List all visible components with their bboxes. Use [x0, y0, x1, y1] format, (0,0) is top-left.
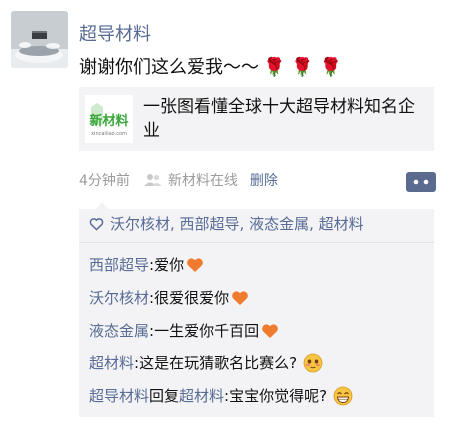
- avatar[interactable]: [11, 11, 68, 68]
- link-thumbnail: 新材料 xincailiao.com: [85, 95, 133, 143]
- comment-author[interactable]: 超导材料: [89, 385, 149, 406]
- logo-text: 新材料: [89, 113, 128, 129]
- heart-outline-icon: [89, 217, 104, 230]
- post-text: 谢谢你们这么爱我～～ 🌹🌹🌹: [79, 53, 348, 79]
- more-actions-button[interactable]: [406, 172, 436, 192]
- comment-author[interactable]: 超材料: [89, 352, 134, 373]
- post-meta: 4分钟前 新材料在线 删除: [79, 170, 278, 190]
- rose-icons: 🌹🌹🌹: [263, 57, 349, 78]
- reply-word: 回复: [149, 387, 180, 405]
- comment-item[interactable]: 超导材料 回复 超材料: 宝宝你觉得呢?: [89, 385, 353, 406]
- comment-item[interactable]: 液态金属: 一生爱你千百回: [89, 320, 279, 341]
- comment-author[interactable]: 西部超导: [89, 254, 149, 275]
- comment-text: 一生爱你千百回: [154, 322, 260, 340]
- users-icon: [143, 174, 162, 186]
- shared-link-card[interactable]: 新材料 xincailiao.com 一张图看懂全球十大超导材料知名企业: [79, 87, 434, 151]
- comment-item[interactable]: 西部超导: 爱你: [89, 254, 204, 275]
- heart-emoji-icon: [187, 257, 203, 272]
- post-time: 4分钟前: [79, 173, 130, 189]
- reply-to-name[interactable]: 超材料: [179, 385, 224, 406]
- comment-text: 这是在玩猜歌名比赛么?: [139, 354, 298, 372]
- likes-divider: [79, 242, 434, 243]
- xincailiao-logo-icon: 新材料 xincailiao.com: [85, 95, 133, 143]
- heart-emoji-icon: [232, 290, 248, 305]
- post-source: 新材料在线: [167, 173, 238, 189]
- comment-item[interactable]: 超材料: 这是在玩猜歌名比赛么?: [89, 352, 323, 373]
- likes-row: 沃尔核材, 西部超导, 液态金属, 超材料: [89, 213, 364, 234]
- post-text-content: 谢谢你们这么爱我～～: [79, 57, 259, 78]
- more-dots-icon: [413, 179, 429, 185]
- comment-text: 很爱很爱你: [154, 289, 230, 307]
- link-title: 一张图看懂全球十大超导材料知名企业: [143, 97, 415, 141]
- comment-text: 宝宝你觉得呢?: [229, 387, 328, 405]
- comment-text: 爱你: [154, 256, 185, 274]
- comment-author[interactable]: 液态金属: [89, 320, 149, 341]
- comment-author[interactable]: 沃尔核材: [89, 287, 149, 308]
- likes-names[interactable]: 沃尔核材, 西部超导, 液态金属, 超材料: [110, 213, 364, 234]
- post-username[interactable]: 超导材料: [79, 20, 151, 46]
- heart-emoji-icon: [262, 323, 278, 338]
- delete-link[interactable]: 删除: [250, 170, 278, 190]
- logo-url-text: xincailiao.com: [91, 131, 127, 137]
- comment-section: 沃尔核材, 西部超导, 液态金属, 超材料 西部超导: 爱你 沃尔核材: 很爱很…: [79, 209, 434, 417]
- comment-item[interactable]: 沃尔核材: 很爱很爱你: [89, 287, 249, 308]
- blush-emoji-icon: [303, 353, 323, 372]
- grin-emoji-icon: [333, 386, 353, 405]
